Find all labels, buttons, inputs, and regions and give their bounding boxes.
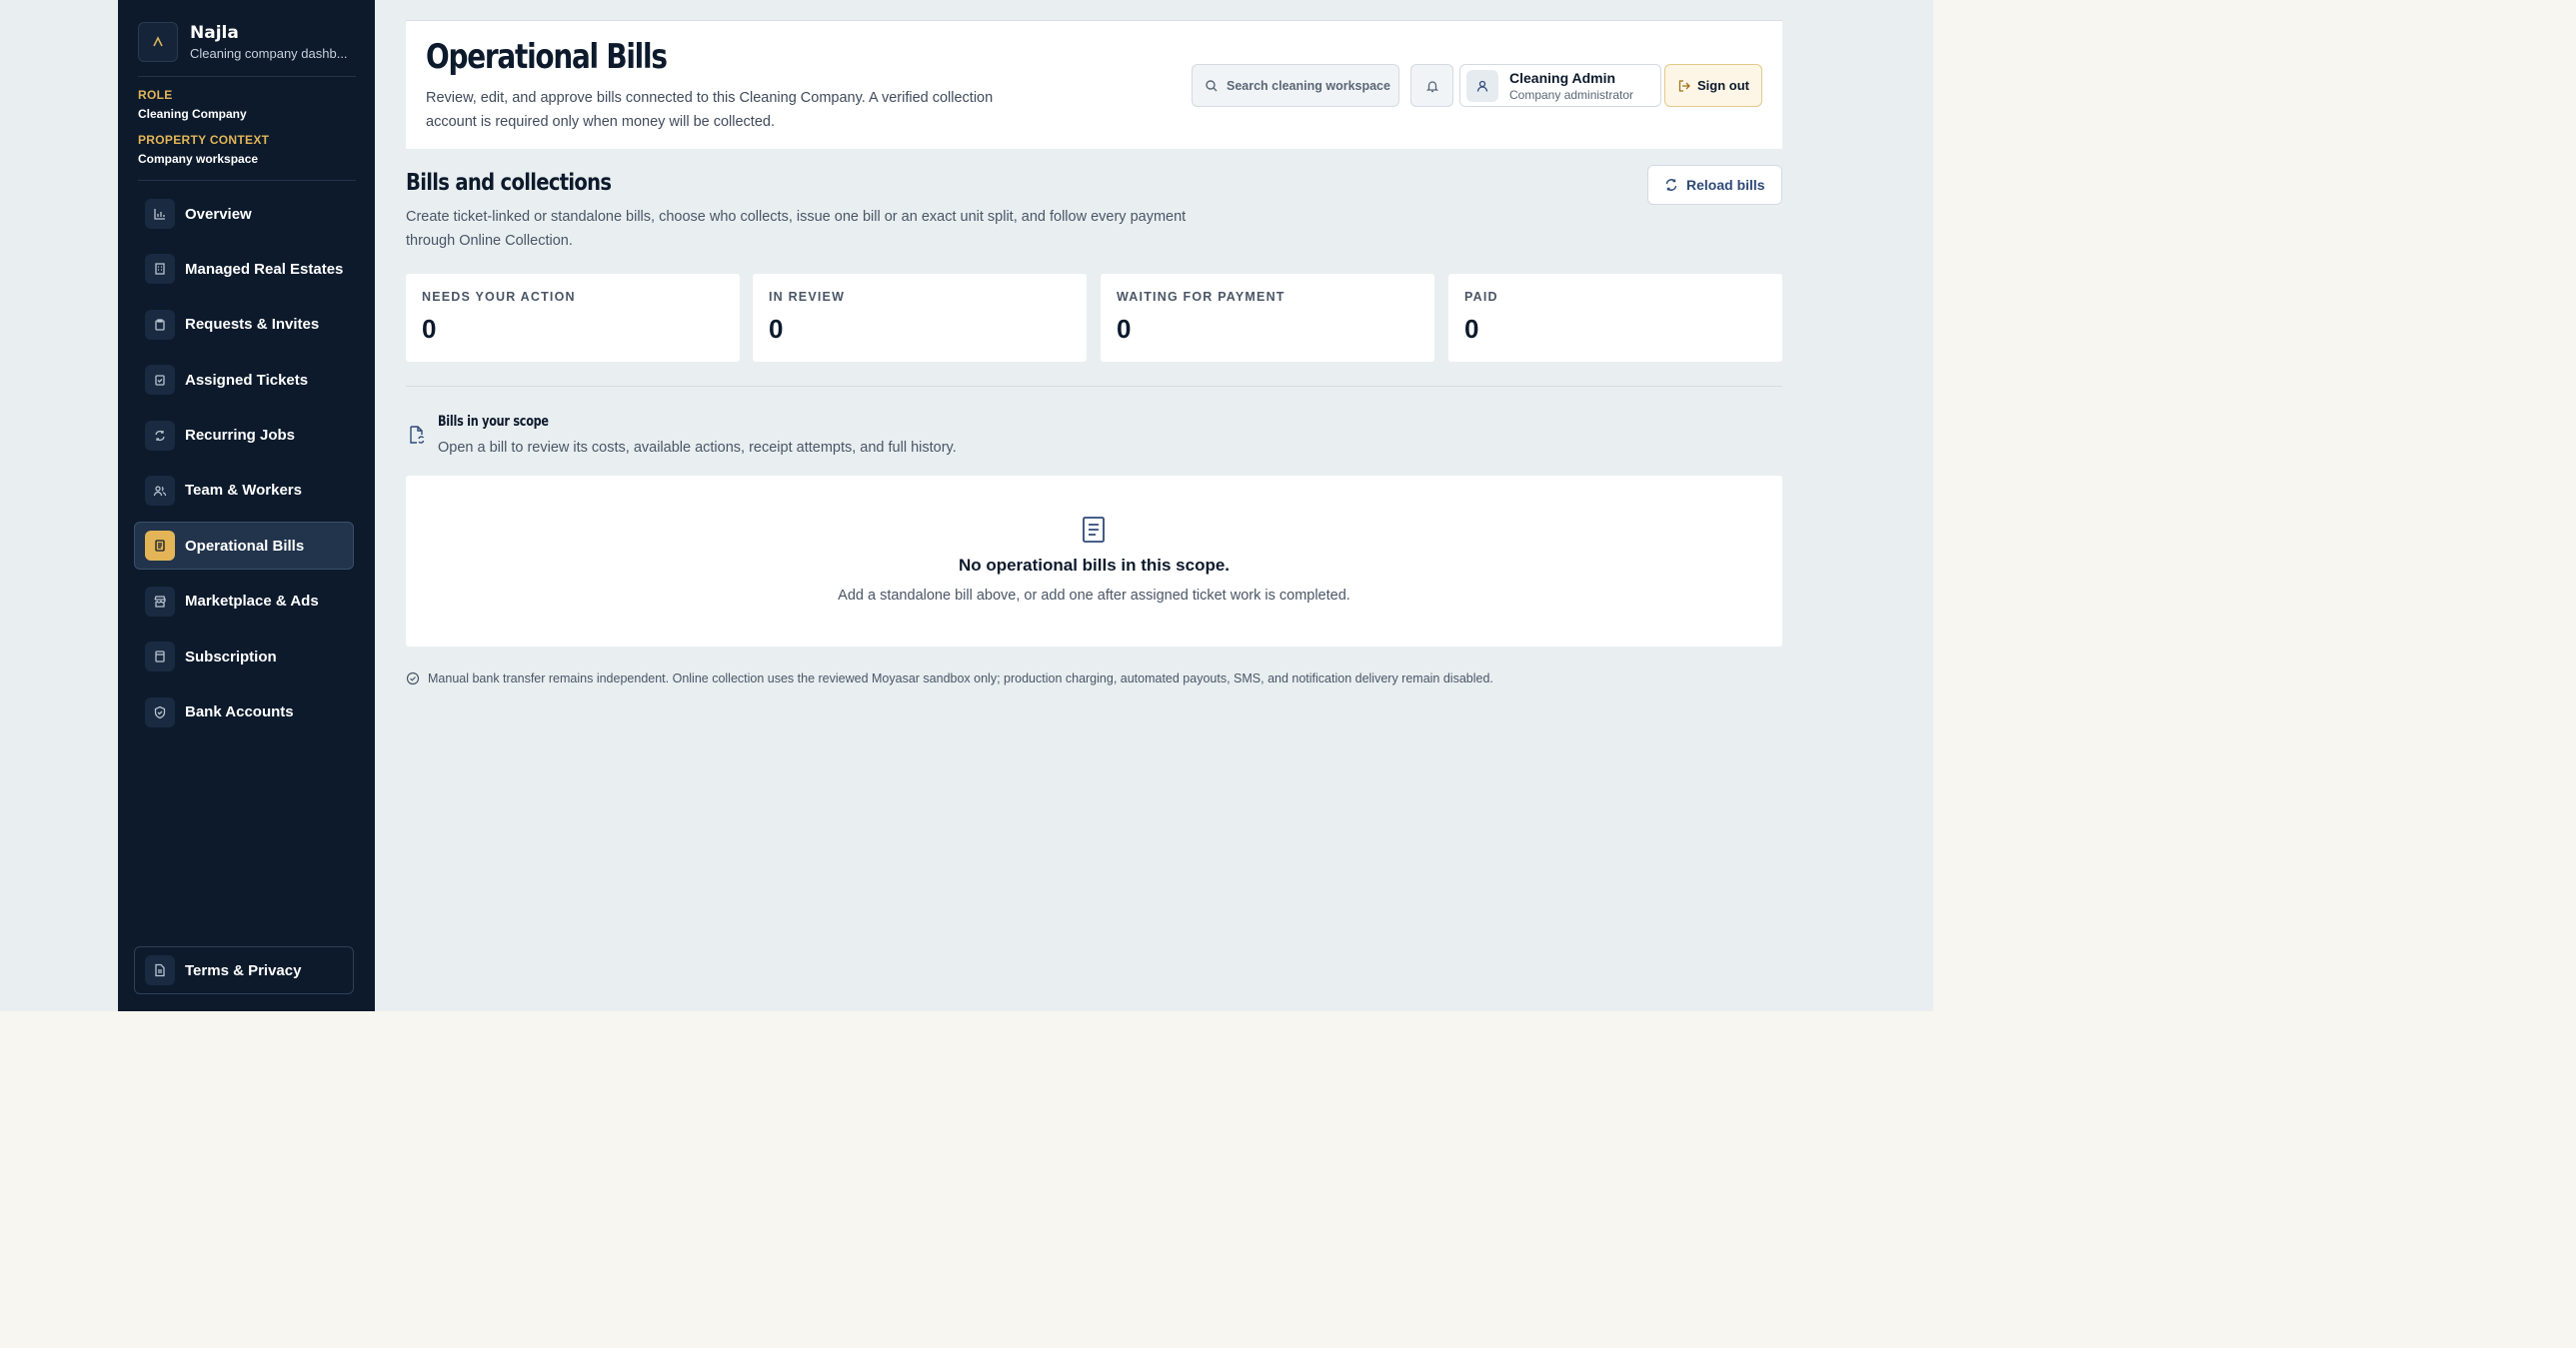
- sidebar-item-label: Marketplace & Ads: [185, 593, 319, 611]
- scope-description: Open a bill to review its costs, availab…: [438, 440, 957, 456]
- shield-icon: [145, 696, 175, 727]
- app: Najla Cleaning company dashb... ROLE Cle…: [0, 0, 1933, 1011]
- empty-state-title: No operational bills in this scope.: [958, 556, 1231, 575]
- receipt-icon: [1083, 517, 1105, 543]
- document-icon: [145, 955, 175, 985]
- context-value: Company workspace: [138, 152, 259, 166]
- stat-value: 0: [1117, 314, 1132, 344]
- user-role: Company administrator: [1509, 87, 1634, 102]
- reload-bills-label: Reload bills: [1686, 177, 1765, 193]
- sidebar-item-subscription[interactable]: Subscription: [134, 633, 354, 680]
- stat-card-paid: PAID 0: [1448, 274, 1782, 362]
- role-value: Cleaning Company: [138, 107, 247, 121]
- receipt-icon: [145, 531, 175, 562]
- empty-state-description: Add a standalone bill above, or add one …: [838, 588, 1350, 604]
- building-icon: [145, 254, 175, 285]
- stat-label: NEEDS YOUR ACTION: [422, 290, 576, 304]
- sidebar-item-assigned-tickets[interactable]: Assigned Tickets: [134, 356, 354, 404]
- brand-subtitle: Cleaning company dashb...: [190, 46, 348, 61]
- brand-logo-icon: [138, 22, 178, 62]
- page-description: Review, edit, and approve bills connecte…: [426, 90, 994, 130]
- sidebar-nav: Overview Managed Real Estates Requests &…: [134, 190, 354, 743]
- sidebar-item-label: Assigned Tickets: [185, 371, 309, 389]
- stat-value: 0: [1464, 314, 1479, 344]
- avatar: [1466, 69, 1498, 102]
- users-icon: [145, 475, 175, 506]
- sign-out-label: Sign out: [1697, 78, 1749, 93]
- section-title: Bills and collections: [406, 170, 612, 196]
- sidebar-item-label: Bank Accounts: [185, 703, 294, 721]
- sidebar-item-requests-invites[interactable]: Requests & Invites: [134, 301, 354, 349]
- sidebar-item-label: Managed Real Estates: [185, 260, 344, 278]
- section-divider: [406, 386, 1782, 387]
- terms-label: Terms & Privacy: [185, 961, 302, 979]
- brand[interactable]: Najla Cleaning company dashb...: [138, 22, 348, 62]
- stat-value: 0: [422, 314, 437, 344]
- sidebar-item-label: Requests & Invites: [185, 316, 320, 334]
- sidebar-item-label: Subscription: [185, 648, 277, 666]
- search-icon: [1206, 79, 1218, 91]
- card-icon: [145, 642, 175, 673]
- sidebar-item-label: Team & Workers: [185, 482, 302, 500]
- sidebar-item-label: Operational Bills: [185, 537, 305, 555]
- sidebar-divider: [138, 76, 356, 77]
- context-label: PROPERTY CONTEXT: [138, 133, 270, 147]
- stat-value: 0: [769, 314, 784, 344]
- stat-label: IN REVIEW: [769, 290, 846, 304]
- notifications-button[interactable]: [1410, 64, 1453, 107]
- sidebar-item-overview[interactable]: Overview: [134, 190, 354, 238]
- sidebar-item-label: Recurring Jobs: [185, 427, 296, 445]
- page-header: Operational Bills Review, edit, and appr…: [406, 20, 1782, 149]
- stat-card-needs-action: NEEDS YOUR ACTION 0: [406, 274, 740, 362]
- role-label: ROLE: [138, 88, 173, 102]
- stat-label: WAITING FOR PAYMENT: [1117, 290, 1286, 304]
- stat-label: PAID: [1464, 290, 1498, 304]
- store-icon: [145, 586, 175, 617]
- reload-bills-button[interactable]: Reload bills: [1647, 165, 1782, 205]
- stat-card-in-review: IN REVIEW 0: [753, 274, 1087, 362]
- chart-icon: [145, 199, 175, 229]
- brand-name: Najla: [190, 23, 239, 43]
- shield-check-icon: [406, 672, 420, 685]
- user-name: Cleaning Admin: [1509, 69, 1616, 86]
- user-menu[interactable]: Cleaning Admin Company administrator: [1459, 64, 1661, 107]
- sidebar: Najla Cleaning company dashb... ROLE Cle…: [118, 0, 375, 1011]
- refresh-icon: [1665, 179, 1677, 191]
- sidebar-item-bank-accounts[interactable]: Bank Accounts: [134, 688, 354, 736]
- section-description: Create ticket-linked or standalone bills…: [406, 209, 1187, 249]
- file-sync-icon: [410, 426, 425, 444]
- left-gutter: [0, 0, 118, 1011]
- empty-state: No operational bills in this scope. Add …: [406, 476, 1782, 647]
- footnote-text: Manual bank transfer remains independent…: [428, 672, 1493, 685]
- page-title: Operational Bills: [426, 37, 668, 77]
- clipboard-check-icon: [145, 365, 175, 396]
- sidebar-item-team-workers[interactable]: Team & Workers: [134, 467, 354, 515]
- repeat-icon: [145, 420, 175, 451]
- terms-privacy-link[interactable]: Terms & Privacy: [134, 946, 354, 994]
- sidebar-item-marketplace-ads[interactable]: Marketplace & Ads: [134, 578, 354, 626]
- search-placeholder: Search cleaning workspace: [1227, 78, 1390, 93]
- sign-out-icon: [1678, 79, 1690, 92]
- sign-out-button[interactable]: Sign out: [1664, 64, 1762, 107]
- role-context: ROLE Cleaning Company PROPERTY CONTEXT C…: [138, 88, 269, 178]
- scope-title: Bills in your scope: [438, 414, 549, 430]
- collection-footnote: Manual bank transfer remains independent…: [406, 672, 1493, 685]
- sidebar-item-label: Overview: [185, 205, 252, 223]
- sidebar-divider: [138, 180, 356, 181]
- bell-icon: [1425, 80, 1438, 92]
- sidebar-item-managed-real-estates[interactable]: Managed Real Estates: [134, 245, 354, 293]
- sidebar-item-operational-bills[interactable]: Operational Bills: [134, 522, 354, 571]
- stats-row: NEEDS YOUR ACTION 0 IN REVIEW 0 WAITING …: [406, 274, 1782, 362]
- sidebar-item-recurring-jobs[interactable]: Recurring Jobs: [134, 412, 354, 460]
- search-input[interactable]: Search cleaning workspace: [1192, 64, 1399, 107]
- stat-card-waiting-payment: WAITING FOR PAYMENT 0: [1101, 274, 1434, 362]
- user-icon: [1476, 80, 1488, 92]
- clipboard-icon: [145, 309, 175, 340]
